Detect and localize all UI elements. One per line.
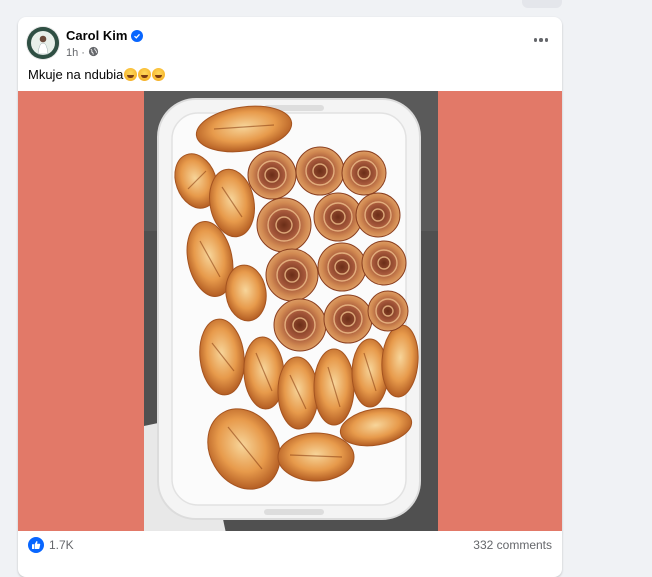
comments-count[interactable]: 332 comments — [473, 538, 552, 552]
globe-icon[interactable] — [88, 46, 99, 60]
post-header: Carol Kim 1h · — [18, 17, 562, 69]
author-name-text[interactable]: Carol Kim — [66, 28, 127, 43]
post-photo[interactable] — [144, 91, 438, 531]
more-options-icon[interactable] — [530, 29, 552, 51]
post-meta: 1h · — [66, 46, 99, 60]
likes-count[interactable]: 1.7K — [49, 538, 74, 552]
grinning-sweat-emoji — [138, 68, 152, 81]
post-media[interactable] — [18, 91, 562, 531]
verified-badge-icon — [131, 29, 144, 42]
post-caption: Mkuje na ndubia — [28, 67, 166, 82]
grinning-sweat-emoji — [124, 68, 138, 81]
left-strip — [0, 0, 6, 552]
grinning-sweat-emoji — [152, 68, 166, 81]
post-time[interactable]: 1h — [66, 47, 78, 59]
meta-separator: · — [81, 47, 85, 59]
top-bar-button[interactable] — [522, 0, 562, 8]
post-card: Carol Kim 1h · Mkuje na ndubia 1.7K 332 … — [18, 17, 562, 577]
author-name[interactable]: Carol Kim — [66, 28, 144, 43]
avatar[interactable] — [27, 27, 59, 59]
post-caption-text: Mkuje na ndubia — [28, 67, 124, 82]
reactions-summary[interactable]: 1.7K — [28, 537, 74, 553]
like-reaction-icon — [28, 537, 44, 553]
